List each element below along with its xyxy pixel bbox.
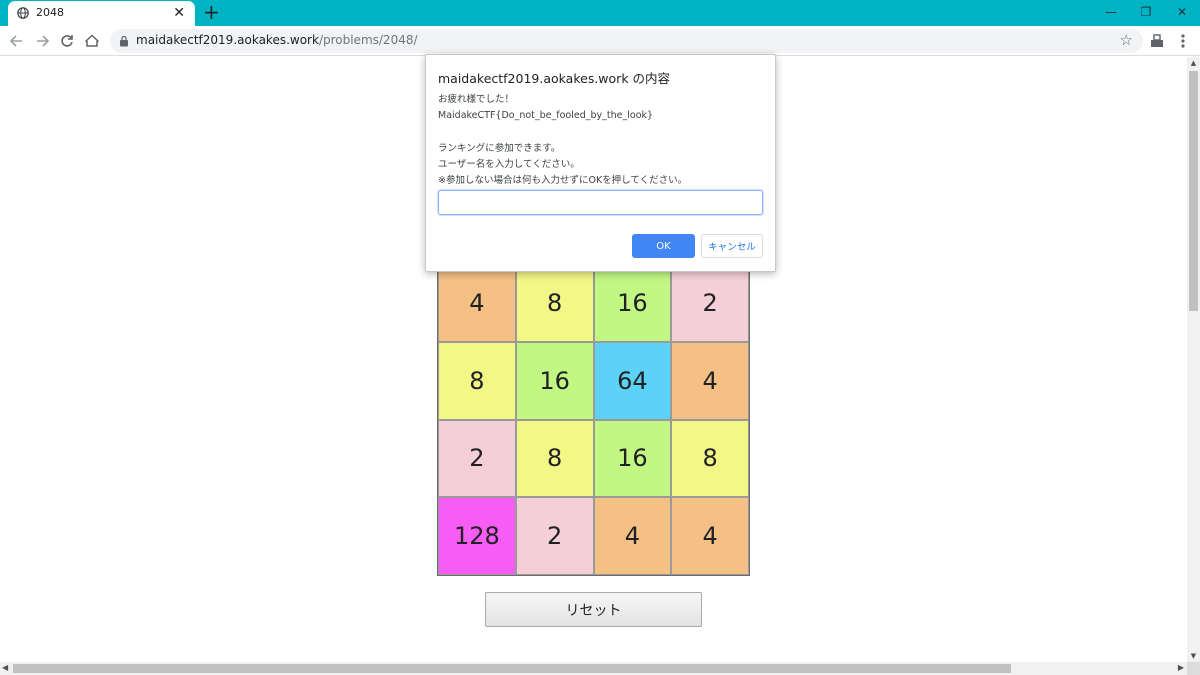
window-minimize-button[interactable]: — (1092, 0, 1130, 24)
tab-title: 2048 (36, 6, 64, 19)
username-input[interactable] (438, 190, 763, 215)
tile: 64 (593, 341, 672, 420)
tile: 128 (438, 497, 516, 575)
back-arrow-icon[interactable] (6, 30, 28, 52)
scroll-left-icon[interactable]: ◀ (2, 663, 8, 672)
game-board: 4 8 16 2 8 16 64 4 2 8 16 8 128 2 4 4 (437, 263, 750, 576)
kebab-menu-icon[interactable] (1172, 30, 1194, 52)
tab-2048[interactable]: 2048 ✕ (8, 1, 195, 26)
globe-icon (17, 7, 29, 19)
vertical-scroll-thumb[interactable] (1189, 71, 1198, 311)
url-path: /problems/2048/ (318, 33, 418, 47)
lock-icon (120, 35, 128, 47)
browser-toolbar: maidakectf2019.aokakes.work/problems/204… (0, 26, 1200, 56)
ok-button[interactable]: OK (632, 234, 695, 258)
window-close-button[interactable]: ✕ (1163, 0, 1200, 24)
reload-icon[interactable] (56, 30, 78, 52)
tile: 16 (593, 264, 672, 342)
star-icon[interactable]: ☆ (1120, 31, 1133, 49)
reset-button[interactable]: リセット (485, 592, 702, 627)
extension-icon[interactable] (1146, 30, 1168, 52)
forward-arrow-icon[interactable] (31, 30, 53, 52)
url-host: maidakectf2019.aokakes.work (136, 33, 319, 47)
scrollbar-corner (1187, 662, 1200, 675)
tile: 2 (438, 419, 516, 498)
scroll-right-icon[interactable]: ▶ (1178, 663, 1184, 672)
window-maximize-button[interactable]: ❐ (1127, 0, 1165, 24)
new-tab-button[interactable]: + (203, 2, 220, 22)
cancel-button[interactable]: キャンセル (701, 234, 763, 258)
dialog-title: maidakectf2019.aokakes.work の内容 (438, 71, 671, 86)
scroll-up-icon[interactable]: ▲ (1187, 59, 1200, 67)
dialog-message: お疲れ様でした！ MaidakeCTF{Do_not_be_fooled_by_… (438, 94, 688, 187)
tile: 4 (438, 264, 516, 342)
tile: 8 (515, 419, 594, 498)
tile: 8 (438, 341, 516, 420)
tile: 16 (515, 341, 594, 420)
tile: 2 (671, 264, 749, 342)
horizontal-scroll-thumb[interactable] (13, 664, 1011, 673)
scroll-down-icon[interactable]: ▼ (1187, 652, 1200, 660)
tile: 4 (593, 497, 672, 575)
tile: 2 (515, 497, 594, 575)
tile: 8 (671, 419, 749, 498)
tile: 4 (671, 497, 749, 575)
vertical-scrollbar[interactable]: ▲ ▼ (1187, 57, 1200, 662)
tab-close-icon[interactable]: ✕ (173, 5, 185, 21)
url-text: maidakectf2019.aokakes.work/problems/204… (136, 33, 418, 47)
address-bar[interactable]: maidakectf2019.aokakes.work/problems/204… (110, 29, 1143, 53)
prompt-dialog: maidakectf2019.aokakes.work の内容 お疲れ様でした！… (425, 54, 776, 272)
tile: 8 (515, 264, 594, 342)
tile: 4 (671, 341, 749, 420)
browser-tab-strip: 2048 ✕ + — ❐ ✕ (0, 0, 1200, 26)
tile: 16 (593, 419, 672, 498)
horizontal-scrollbar[interactable]: ◀ ▶ (0, 662, 1187, 675)
home-icon[interactable] (81, 30, 103, 52)
